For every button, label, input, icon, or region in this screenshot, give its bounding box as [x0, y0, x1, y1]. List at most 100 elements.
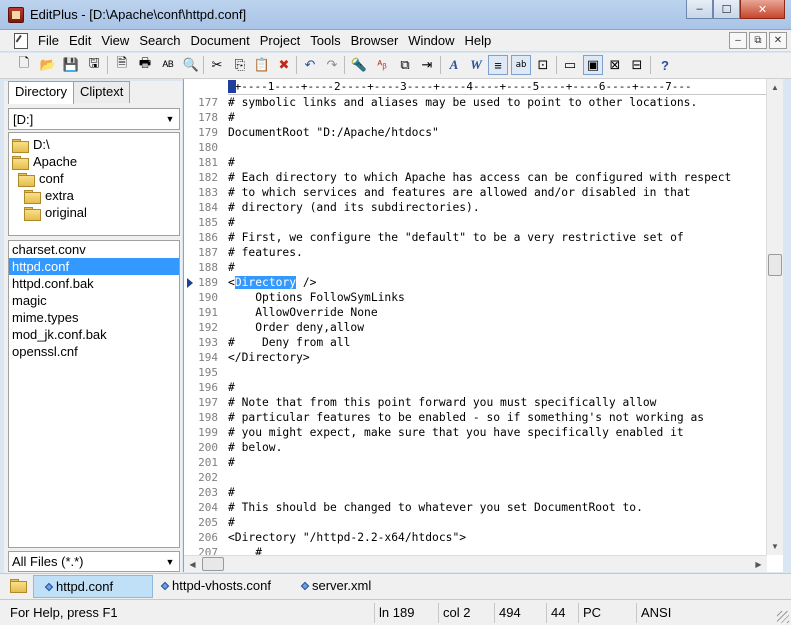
scroll-left-icon[interactable]: ◀: [184, 556, 201, 572]
new-file-icon[interactable]: 🗋: [14, 55, 34, 75]
document-minimize-button[interactable]: –: [729, 32, 747, 49]
redo-icon[interactable]: ↷: [322, 55, 342, 75]
menu-document[interactable]: Document: [186, 30, 255, 52]
clipboard-icon[interactable]: ⧉: [395, 55, 415, 75]
browser-icon[interactable]: ⊠: [605, 55, 625, 75]
code-line[interactable]: #: [228, 515, 768, 530]
code-area[interactable]: # symbolic links and aliases may be used…: [228, 95, 768, 558]
code-line[interactable]: [228, 140, 768, 155]
code-line[interactable]: Order deny,allow: [228, 320, 768, 335]
minimize-button[interactable]: –: [686, 0, 713, 19]
code-line[interactable]: AllowOverride None: [228, 305, 768, 320]
code-line[interactable]: </Directory>: [228, 350, 768, 365]
delete-icon[interactable]: ✖: [274, 55, 294, 75]
word-wrap-icon[interactable]: W: [466, 55, 486, 75]
chevron-down-icon[interactable]: ▼: [161, 109, 179, 129]
vertical-scrollbar[interactable]: ▲ ▼: [766, 79, 783, 555]
list-item[interactable]: magic: [9, 292, 179, 309]
directory-window-icon[interactable]: ▭: [560, 55, 580, 75]
code-line[interactable]: # First, we configure the "default" to b…: [228, 230, 768, 245]
code-line[interactable]: # Note that from this point forward you …: [228, 395, 768, 410]
scroll-right-icon[interactable]: ▶: [750, 556, 767, 572]
menu-project[interactable]: Project: [255, 30, 305, 52]
menu-help[interactable]: Help: [460, 30, 497, 52]
menu-tools[interactable]: Tools: [305, 30, 345, 52]
save-icon[interactable]: 💾: [61, 55, 81, 75]
scroll-down-icon[interactable]: ▼: [767, 538, 783, 555]
code-line[interactable]: # particular features to be enabled - so…: [228, 410, 768, 425]
document-restore-button[interactable]: ⧉: [749, 32, 767, 49]
doc-tab-httpd-vhosts-conf[interactable]: httpd-vhosts.conf: [150, 575, 280, 598]
tree-item-original[interactable]: original: [24, 204, 87, 221]
menu-window[interactable]: Window: [403, 30, 459, 52]
code-line[interactable]: [228, 365, 768, 380]
code-line[interactable]: <Directory />: [228, 275, 768, 290]
code-line[interactable]: Options FollowSymLinks: [228, 290, 768, 305]
menu-edit[interactable]: Edit: [64, 30, 96, 52]
replace-icon[interactable]: ᴬᵦ: [372, 55, 392, 75]
print-icon[interactable]: 🖶: [135, 55, 155, 75]
user-tool-icon[interactable]: ⊟: [627, 55, 647, 75]
list-item[interactable]: openssl.cnf: [9, 343, 179, 360]
code-line[interactable]: # to which services and features are all…: [228, 185, 768, 200]
find-in-files-icon[interactable]: 🔍: [181, 55, 201, 75]
doc-tab-httpd-conf[interactable]: httpd.conf: [33, 575, 153, 598]
list-item[interactable]: charset.conv: [9, 241, 179, 258]
document-menu-icon[interactable]: [14, 33, 28, 49]
undo-icon[interactable]: ↶: [300, 55, 320, 75]
paste-icon[interactable]: 📋: [252, 55, 272, 75]
goto-icon[interactable]: ⇥: [417, 55, 437, 75]
code-line[interactable]: # Each directory to which Apache has acc…: [228, 170, 768, 185]
horizontal-scroll-thumb[interactable]: [202, 557, 224, 571]
code-line[interactable]: #: [228, 110, 768, 125]
print-preview-icon[interactable]: 🗎: [112, 55, 132, 75]
code-line[interactable]: #: [228, 485, 768, 500]
maximize-button[interactable]: ☐: [713, 0, 740, 19]
list-item-selected[interactable]: httpd.conf: [9, 258, 179, 275]
code-line[interactable]: # features.: [228, 245, 768, 260]
list-item[interactable]: mod_jk.conf.bak: [9, 326, 179, 343]
tab-directory[interactable]: Directory: [8, 81, 75, 104]
code-line[interactable]: # you might expect, make sure that you h…: [228, 425, 768, 440]
menu-view[interactable]: View: [96, 30, 134, 52]
vertical-scroll-thumb[interactable]: [768, 254, 782, 276]
file-filter-select[interactable]: All Files (*.*) ▼: [8, 551, 180, 572]
menu-file[interactable]: File: [33, 30, 64, 52]
tree-item-apache[interactable]: Apache: [12, 153, 77, 170]
spell-check-icon[interactable]: ᴬᴮ: [158, 55, 178, 75]
document-close-button[interactable]: ✕: [769, 32, 787, 49]
drive-select[interactable]: [D:] ▼: [8, 108, 180, 130]
list-item[interactable]: httpd.conf.bak: [9, 275, 179, 292]
menu-search[interactable]: Search: [134, 30, 185, 52]
doc-tab-server-xml[interactable]: server.xml: [290, 575, 390, 598]
tab-cliptext[interactable]: Cliptext: [73, 81, 131, 103]
code-line[interactable]: # This should be changed to whatever you…: [228, 500, 768, 515]
code-line[interactable]: # below.: [228, 440, 768, 455]
code-line[interactable]: #: [228, 380, 768, 395]
code-line[interactable]: # symbolic links and aliases may be used…: [228, 95, 768, 110]
line-number-icon[interactable]: ≡: [488, 55, 508, 75]
code-line[interactable]: #: [228, 260, 768, 275]
code-line[interactable]: #: [228, 455, 768, 470]
code-line[interactable]: [228, 470, 768, 485]
menu-browser[interactable]: Browser: [346, 30, 404, 52]
copy-icon[interactable]: ⎘: [230, 55, 250, 75]
find-icon[interactable]: 🔦: [349, 55, 369, 75]
line-number-gutter[interactable]: 177 178 179 180 181 182 183 184 185 186 187 188 189 1…: [184, 95, 228, 558]
resize-grip-icon[interactable]: [777, 611, 789, 623]
horizontal-scrollbar[interactable]: ◀ ▶: [184, 555, 767, 572]
cut-icon[interactable]: ✂: [207, 55, 227, 75]
code-line[interactable]: # Deny from all: [228, 335, 768, 350]
tree-item-conf[interactable]: conf: [18, 170, 64, 187]
tree-item-d-root[interactable]: D:\: [12, 136, 50, 153]
chevron-down-icon[interactable]: ▼: [161, 552, 179, 571]
code-line[interactable]: #: [228, 155, 768, 170]
font-icon[interactable]: A: [444, 55, 464, 75]
save-all-icon[interactable]: 🖫: [84, 55, 104, 75]
scroll-up-icon[interactable]: ▲: [767, 79, 783, 96]
folder-icon[interactable]: [10, 579, 27, 593]
code-line[interactable]: DocumentRoot "D:/Apache/htdocs": [228, 125, 768, 140]
output-window-icon[interactable]: ▣: [583, 55, 603, 75]
code-line[interactable]: #: [228, 215, 768, 230]
editplus-app-icon[interactable]: [8, 7, 24, 23]
